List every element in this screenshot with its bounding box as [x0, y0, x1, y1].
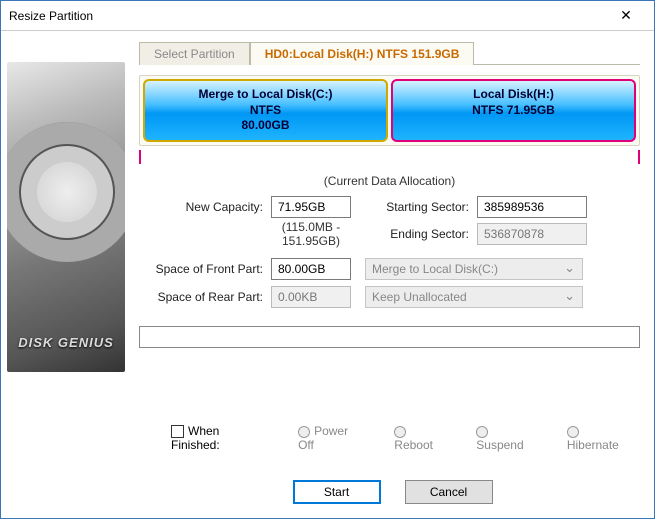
input-starting-sector[interactable]	[477, 196, 587, 218]
start-button[interactable]: Start	[293, 480, 381, 504]
partition-local-h[interactable]: Local Disk(H:) NTFS 71.95GB	[391, 79, 636, 142]
side-panel: DISK GENIUS	[1, 31, 131, 518]
allocation-label: (Current Data Allocation)	[139, 174, 640, 188]
input-space-front[interactable]	[271, 258, 351, 280]
label-ending-sector: Ending Sector:	[369, 227, 477, 241]
label-starting-sector: Starting Sector:	[369, 200, 477, 214]
close-icon[interactable]: ✕	[606, 2, 646, 30]
input-ending-sector	[477, 223, 587, 245]
partition-merge-c-fs: NTFS	[149, 103, 382, 119]
resize-handle-bar[interactable]	[139, 150, 640, 164]
select-rear-action[interactable]: Keep Unallocated	[365, 286, 583, 308]
partition-merge-c-size: 80.00GB	[149, 118, 382, 134]
select-front-action[interactable]: Merge to Local Disk(C:)	[365, 258, 583, 280]
partition-local-h-size: NTFS 71.95GB	[397, 103, 630, 119]
label-space-rear: Space of Rear Part:	[139, 290, 271, 304]
tab-select-partition[interactable]: Select Partition	[139, 42, 250, 65]
partition-merge-c[interactable]: Merge to Local Disk(C:) NTFS 80.00GB	[143, 79, 388, 142]
when-finished-row: When Finished: Power Off Reboot Suspend …	[171, 424, 634, 452]
window-title: Resize Partition	[9, 9, 606, 23]
titlebar: Resize Partition ✕	[1, 1, 654, 31]
progress-bar	[139, 326, 640, 348]
input-new-capacity[interactable]	[271, 196, 351, 218]
radio-hibernate[interactable]: Hibernate	[567, 424, 634, 452]
checkbox-when-finished[interactable]: When Finished:	[171, 424, 270, 452]
input-space-rear	[271, 286, 351, 308]
disk-illustration: DISK GENIUS	[7, 62, 125, 372]
label-space-front: Space of Front Part:	[139, 262, 271, 276]
partition-local-h-title: Local Disk(H:)	[397, 87, 630, 103]
label-new-capacity: New Capacity:	[139, 200, 271, 214]
radio-poweroff[interactable]: Power Off	[298, 424, 366, 452]
partition-map[interactable]: Merge to Local Disk(C:) NTFS 80.00GB Loc…	[139, 75, 640, 146]
brand-label: DISK GENIUS	[7, 335, 125, 350]
partition-merge-c-title: Merge to Local Disk(C:)	[149, 87, 382, 103]
radio-suspend[interactable]: Suspend	[476, 424, 539, 452]
value-range: (115.0MB - 151.95GB)	[271, 220, 351, 248]
cancel-button[interactable]: Cancel	[405, 480, 493, 504]
radio-reboot[interactable]: Reboot	[394, 424, 448, 452]
tab-current-disk[interactable]: HD0:Local Disk(H:) NTFS 151.9GB	[250, 42, 475, 65]
tab-bar: Select Partition HD0:Local Disk(H:) NTFS…	[139, 41, 640, 65]
